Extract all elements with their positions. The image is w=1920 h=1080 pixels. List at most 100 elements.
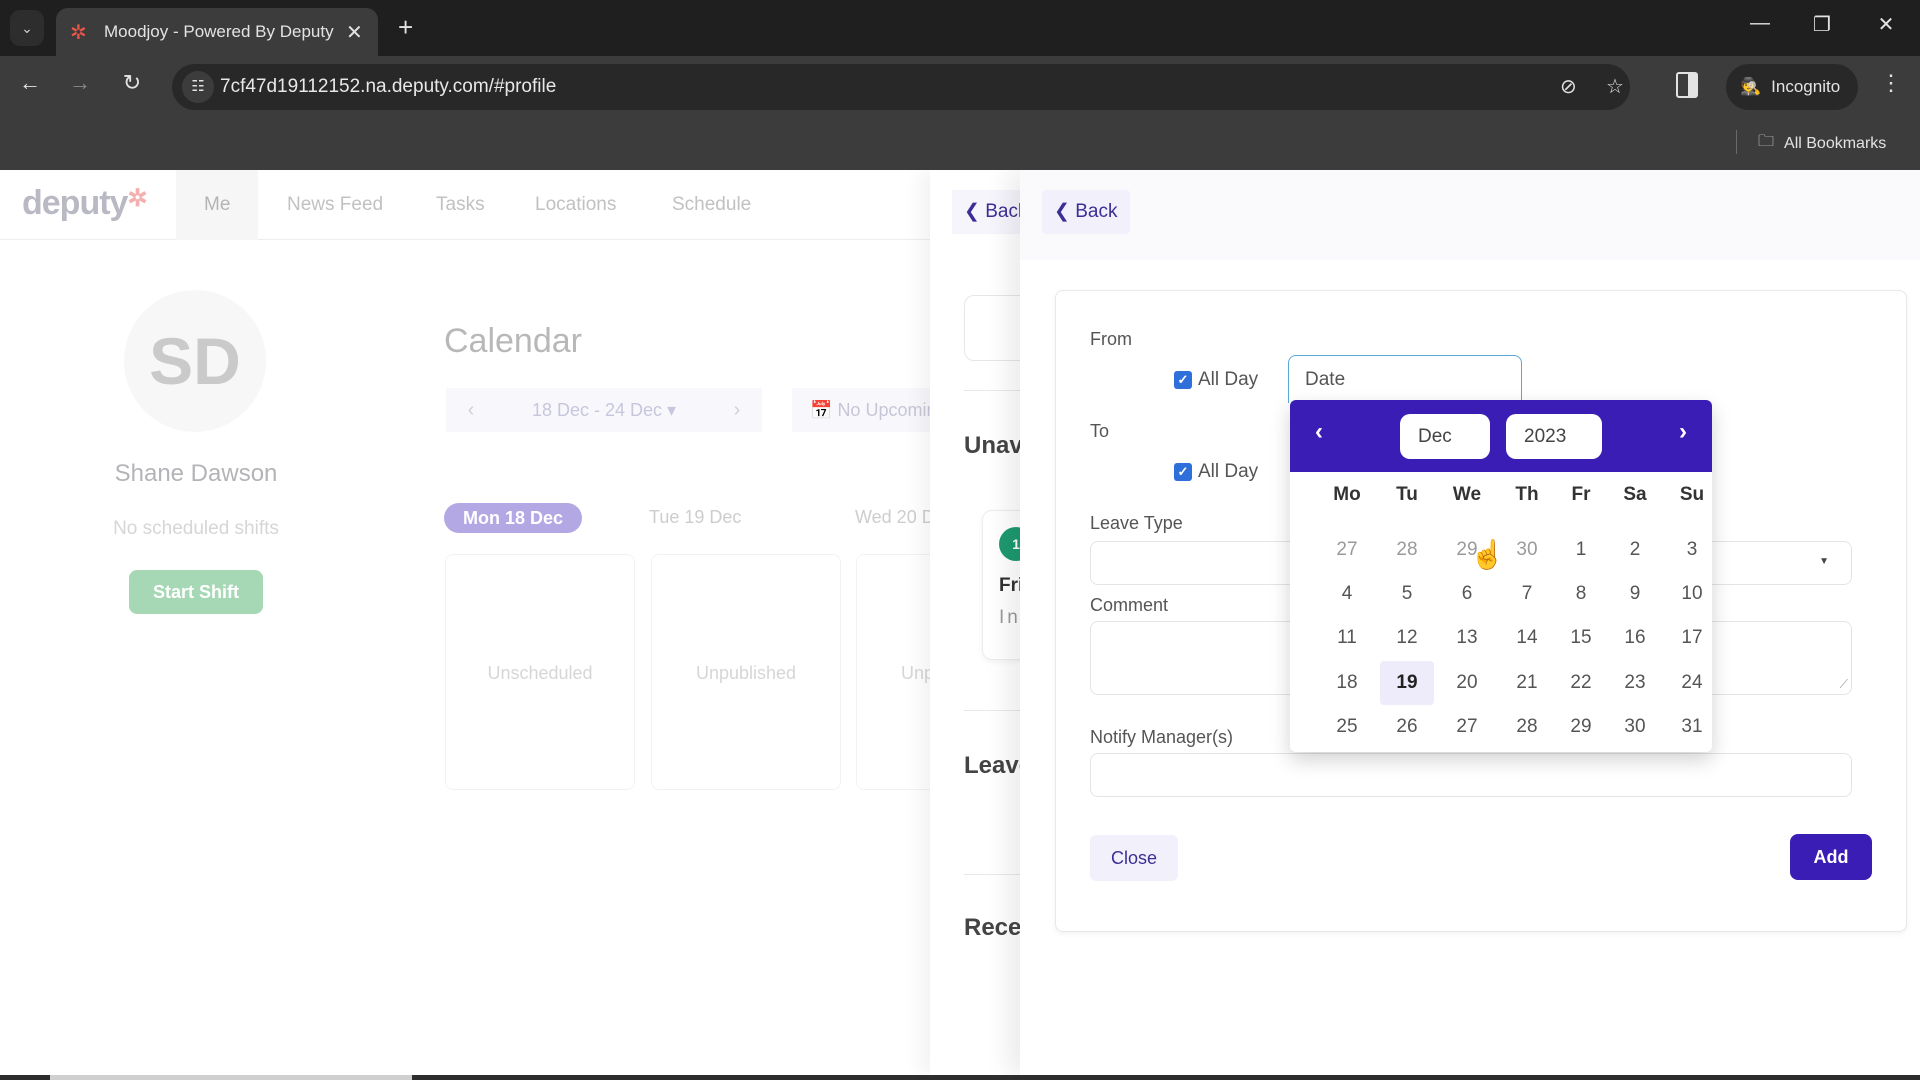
calendar-day[interactable]: 2 bbox=[1608, 528, 1662, 572]
address-bar[interactable]: ☷ 7cf47d19112152.na.deputy.com/#profile … bbox=[172, 64, 1630, 110]
plus-icon[interactable]: + bbox=[398, 12, 413, 43]
tab-search-button[interactable]: ⌄ bbox=[10, 10, 44, 46]
calendar-day[interactable]: 11 bbox=[1320, 616, 1374, 660]
calendar-day[interactable]: 26 bbox=[1380, 705, 1434, 749]
calendar-day[interactable]: 25 bbox=[1320, 705, 1374, 749]
nav-item-news-feed[interactable]: News Feed bbox=[287, 170, 383, 240]
day-header[interactable]: Tue 19 Dec bbox=[649, 507, 741, 528]
calendar-day[interactable]: 3 bbox=[1665, 528, 1712, 572]
chevron-right-icon[interactable]: › bbox=[712, 399, 762, 422]
horizontal-scrollbar[interactable] bbox=[0, 1075, 1920, 1080]
start-shift-button[interactable]: Start Shift bbox=[129, 570, 263, 614]
calendar-day[interactable]: 5 bbox=[1380, 572, 1434, 616]
all-bookmarks-button[interactable]: 🗀 All Bookmarks bbox=[1758, 130, 1886, 157]
chevron-left-icon[interactable]: ‹ bbox=[446, 399, 496, 422]
shift-status-text: No scheduled shifts bbox=[113, 518, 279, 539]
calendar-day[interactable]: 22 bbox=[1554, 661, 1608, 705]
calendar-day[interactable]: 17 bbox=[1665, 616, 1712, 660]
to-label: To bbox=[1090, 421, 1110, 441]
week-range-dropdown[interactable]: 18 Dec - 24 Dec ▾ bbox=[496, 400, 712, 421]
chevron-left-icon[interactable]: ‹ bbox=[1304, 418, 1334, 446]
day-header-active[interactable]: Mon 18 Dec bbox=[444, 503, 582, 533]
calendar-day[interactable]: 27 bbox=[1440, 705, 1494, 749]
incognito-button[interactable]: 🕵 Incognito bbox=[1726, 64, 1858, 110]
arrow-left-icon[interactable]: ← bbox=[12, 70, 48, 96]
scrollbar-thumb[interactable] bbox=[50, 1075, 412, 1080]
url-text[interactable]: 7cf47d19112152.na.deputy.com/#profile bbox=[220, 76, 556, 98]
calendar-day[interactable]: 18 bbox=[1320, 661, 1374, 705]
chevron-right-icon[interactable]: › bbox=[1668, 418, 1698, 446]
calendar-day[interactable]: 28 bbox=[1380, 528, 1434, 572]
calendar-day[interactable]: 27 bbox=[1320, 528, 1374, 572]
nav-item-schedule[interactable]: Schedule bbox=[672, 170, 751, 240]
tune-icon[interactable]: ☷ bbox=[182, 71, 214, 103]
month-select[interactable]: Dec bbox=[1400, 414, 1490, 459]
logo-text: deputy bbox=[22, 184, 128, 222]
browser-tab-active[interactable]: ✲ Moodjoy - Powered By Deputy ✕ bbox=[56, 8, 378, 56]
calendar-day[interactable]: 29 bbox=[1554, 705, 1608, 749]
all-bookmarks-label: All Bookmarks bbox=[1784, 134, 1887, 152]
profile-page-background: deputy✲ Me News Feed Tasks Locations Sch… bbox=[0, 170, 1046, 1075]
from-all-day-checkbox[interactable]: ✓ All Day bbox=[1174, 369, 1258, 391]
to-all-day-checkbox[interactable]: ✓ All Day bbox=[1174, 461, 1258, 483]
tab-title: Moodjoy - Powered By Deputy bbox=[104, 22, 334, 41]
calendar-day[interactable]: 8 bbox=[1554, 572, 1608, 616]
calendar-day[interactable]: 14 bbox=[1500, 616, 1554, 660]
side-panel-icon[interactable] bbox=[1676, 72, 1698, 98]
calendar-day[interactable]: 9 bbox=[1608, 572, 1662, 616]
calendar-day[interactable]: 10 bbox=[1665, 572, 1712, 616]
calendar-day-today[interactable]: 19 bbox=[1380, 661, 1434, 705]
from-date-input[interactable] bbox=[1288, 355, 1522, 403]
arrow-right-icon[interactable]: → bbox=[62, 70, 98, 96]
calendar-day[interactable]: 15 bbox=[1554, 616, 1608, 660]
divider bbox=[1736, 130, 1737, 154]
eye-off-icon[interactable]: ⊘ bbox=[1560, 74, 1577, 99]
star-icon[interactable]: ☆ bbox=[1606, 74, 1624, 99]
more-vertical-icon[interactable]: ⋮ bbox=[1880, 70, 1902, 96]
calendar-day[interactable]: 1 bbox=[1554, 528, 1608, 572]
chevron-down-icon: ⌄ bbox=[21, 19, 33, 36]
notify-managers-label: Notify Manager(s) bbox=[1090, 727, 1234, 747]
weekday-header: Tu bbox=[1396, 484, 1418, 505]
notify-managers-input[interactable] bbox=[1090, 753, 1852, 797]
nav-item-me[interactable]: Me bbox=[176, 170, 259, 240]
calendar-day[interactable]: 24 bbox=[1665, 661, 1712, 705]
deputy-logo[interactable]: deputy✲ bbox=[22, 184, 148, 223]
calendar-day[interactable]: 21 bbox=[1500, 661, 1554, 705]
nav-item-locations[interactable]: Locations bbox=[535, 170, 616, 240]
day-card[interactable]: Unscheduled bbox=[445, 554, 635, 790]
restore-icon[interactable]: ❐ bbox=[1802, 12, 1842, 37]
weekday-header: Mo bbox=[1333, 484, 1361, 505]
reload-icon[interactable]: ↻ bbox=[114, 70, 150, 96]
chevron-left-icon: ❮ bbox=[1054, 201, 1070, 222]
calendar-day[interactable]: 6 bbox=[1440, 572, 1494, 616]
calendar-day[interactable]: 28 bbox=[1500, 705, 1554, 749]
nav-item-tasks[interactable]: Tasks bbox=[436, 170, 485, 240]
week-navigator: ‹ 18 Dec - 24 Dec ▾ › bbox=[446, 388, 762, 432]
resize-handle-icon[interactable]: ⟋ bbox=[1840, 677, 1848, 692]
all-day-label: All Day bbox=[1198, 461, 1259, 482]
calendar-day[interactable]: 31 bbox=[1665, 705, 1712, 749]
calendar-day[interactable]: 12 bbox=[1380, 616, 1434, 660]
all-day-label: All Day bbox=[1198, 369, 1259, 390]
calendar-day[interactable]: 23 bbox=[1608, 661, 1662, 705]
close-button[interactable]: Close bbox=[1090, 835, 1178, 881]
calendar-day[interactable]: 16 bbox=[1608, 616, 1662, 660]
browser-tab-bar: ⌄ ✲ Moodjoy - Powered By Deputy ✕ + — ❐ … bbox=[0, 0, 1920, 56]
year-select[interactable]: 2023 bbox=[1506, 414, 1602, 459]
day-card[interactable]: Unpublished bbox=[651, 554, 841, 790]
calendar-day[interactable]: 13 bbox=[1440, 616, 1494, 660]
add-button[interactable]: Add bbox=[1790, 834, 1872, 880]
calendar-day[interactable]: 30 bbox=[1500, 528, 1554, 572]
calendar-day[interactable]: 20 bbox=[1440, 661, 1494, 705]
calendar-day[interactable]: 30 bbox=[1608, 705, 1662, 749]
calendar-day[interactable]: 7 bbox=[1500, 572, 1554, 616]
window-close-icon[interactable]: ✕ bbox=[1866, 12, 1906, 37]
app-nav: deputy✲ Me News Feed Tasks Locations Sch… bbox=[0, 170, 930, 240]
caret-down-icon: ▼ bbox=[1819, 556, 1829, 567]
minimize-icon[interactable]: — bbox=[1740, 12, 1780, 35]
back-label: Back bbox=[1075, 201, 1118, 222]
close-icon[interactable]: ✕ bbox=[346, 20, 363, 45]
calendar-day[interactable]: 4 bbox=[1320, 572, 1374, 616]
back-button[interactable]: ❮ Back bbox=[1042, 190, 1130, 234]
